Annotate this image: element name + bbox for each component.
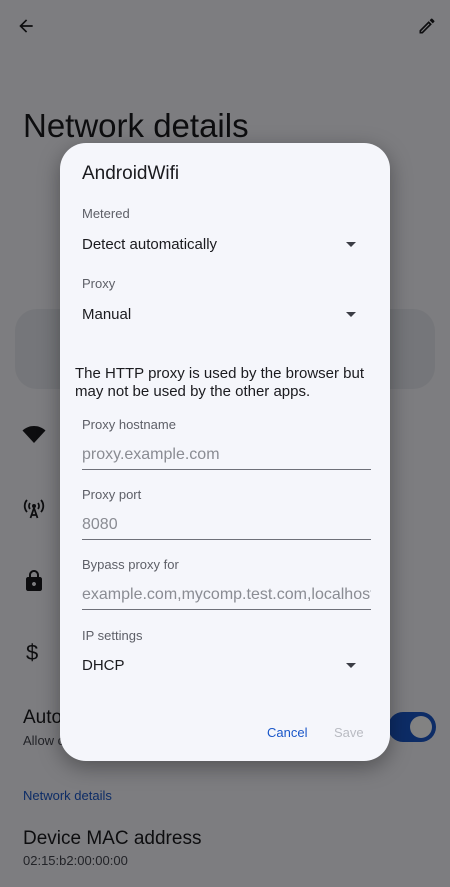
- proxy-hostname-input[interactable]: [82, 441, 371, 470]
- proxy-value: Manual: [82, 305, 132, 323]
- save-button[interactable]: Save: [334, 725, 364, 740]
- dropdown-arrow-icon: [346, 241, 356, 247]
- proxy-dropdown[interactable]: Manual: [82, 302, 360, 326]
- ip-settings-label: IP settings: [82, 628, 143, 643]
- dropdown-arrow-icon: [346, 311, 356, 317]
- metered-value: Detect automatically: [82, 235, 218, 253]
- ip-settings-dropdown[interactable]: DHCP: [82, 653, 360, 677]
- metered-dropdown[interactable]: Detect automatically: [82, 232, 360, 256]
- bypass-proxy-input[interactable]: [82, 581, 371, 610]
- ip-settings-value: DHCP: [82, 656, 125, 674]
- proxy-info-text: The HTTP proxy is used by the browser bu…: [75, 365, 365, 400]
- proxy-port-input[interactable]: [82, 511, 371, 540]
- cancel-button[interactable]: Cancel: [267, 725, 307, 740]
- proxy-port-label: Proxy port: [82, 487, 142, 502]
- dialog-title: AndroidWifi: [82, 163, 180, 184]
- bypass-proxy-label: Bypass proxy for: [82, 557, 179, 572]
- metered-label: Metered: [82, 206, 130, 221]
- dropdown-arrow-icon: [346, 662, 356, 668]
- network-dialog: AndroidWifi Metered Detect automatically…: [60, 143, 390, 761]
- proxy-label: Proxy: [82, 276, 116, 291]
- proxy-hostname-label: Proxy hostname: [82, 417, 176, 432]
